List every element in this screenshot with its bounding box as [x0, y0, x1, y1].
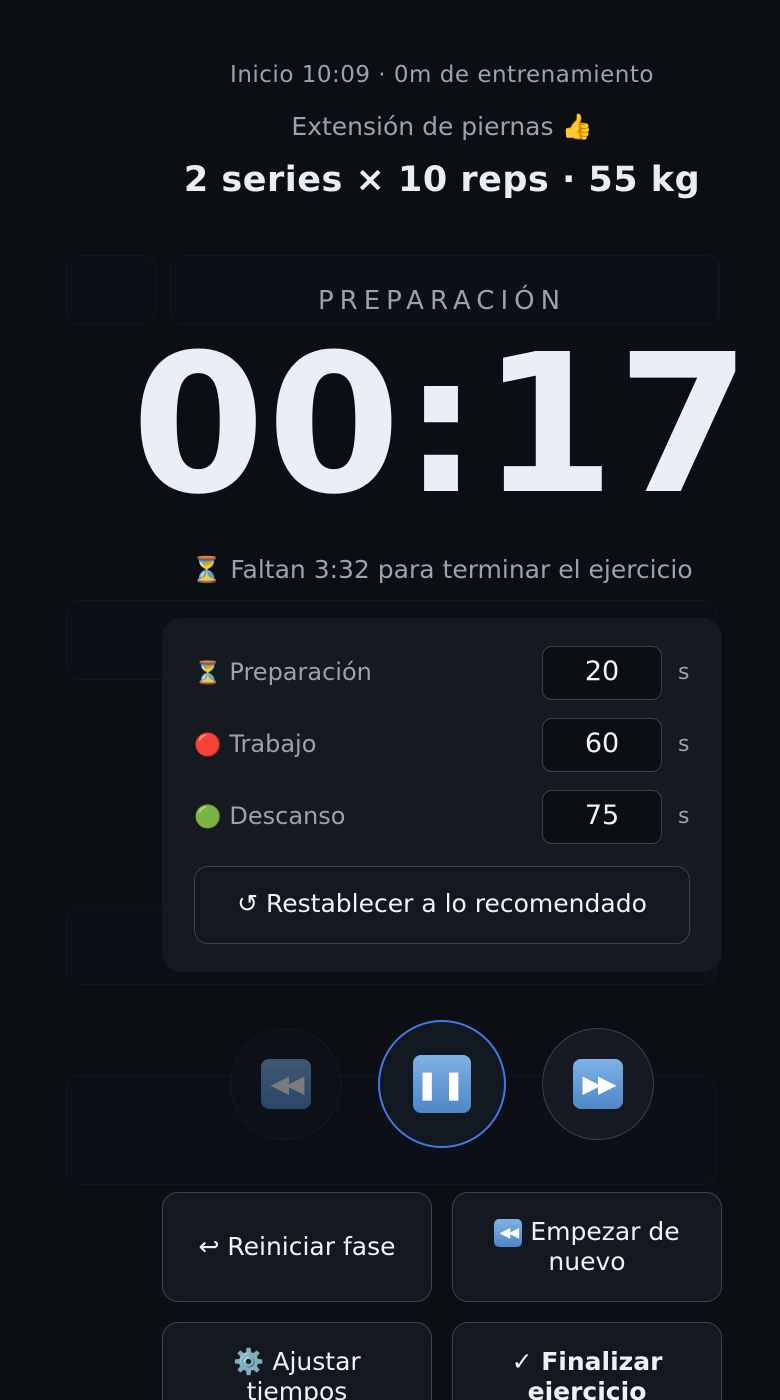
- unit-label: s: [678, 732, 690, 757]
- timer-settings-card: ⏳ Preparación 20 s 🔴 Trabajo 60 s 🟢 Descans…: [162, 618, 722, 972]
- countdown-timer: 00:17: [131, 314, 753, 537]
- previous-button[interactable]: ◀◀: [230, 1028, 342, 1140]
- workout-timer-overlay: Inicio 10:09 · 0m de entrenamiento Exten…: [0, 0, 780, 1400]
- skip-back-icon: ◀◀: [494, 1219, 523, 1247]
- start-over-label: Empezar de nuevo: [530, 1217, 680, 1276]
- unit-label: s: [678, 804, 690, 829]
- skip-back-icon: ◀◀: [261, 1059, 311, 1109]
- setting-row-work: 🔴 Trabajo 60 s: [194, 718, 692, 772]
- rest-seconds-input[interactable]: 75: [542, 790, 662, 844]
- remaining-time-text: ⏳ Faltan 3:32 para terminar el ejercicio: [191, 555, 693, 584]
- setting-label: Preparación: [229, 658, 372, 686]
- setting-row-preparation: ⏳ Preparación 20 s: [194, 646, 692, 700]
- setting-row-rest: 🟢 Descanso 75 s: [194, 790, 692, 844]
- green-circle-icon: 🟢: [194, 805, 222, 830]
- exercise-name: Extensión de piernas 👍: [291, 112, 593, 141]
- reset-recommended-button[interactable]: ↺ Restablecer a lo recomendado: [194, 866, 690, 944]
- phase-label: PREPARACIÓN: [317, 286, 567, 316]
- preparation-seconds-input[interactable]: 20: [542, 646, 662, 700]
- set-summary: 2 series × 10 reps · 55 kg: [183, 160, 701, 200]
- skip-forward-icon: ▶▶: [573, 1059, 623, 1109]
- pause-button[interactable]: ❚❚: [378, 1020, 506, 1148]
- next-button[interactable]: ▶▶: [542, 1028, 654, 1140]
- start-over-button[interactable]: ◀◀ Empezar de nuevo: [452, 1192, 722, 1302]
- unit-label: s: [678, 660, 690, 685]
- work-seconds-input[interactable]: 60: [542, 718, 662, 772]
- adjust-times-button[interactable]: ⚙️ Ajustar tiempos: [162, 1322, 432, 1400]
- finish-exercise-button[interactable]: ✓ Finalizar ejercicio: [452, 1322, 722, 1400]
- hourglass-icon: ⏳: [194, 661, 222, 686]
- setting-label: Trabajo: [229, 730, 317, 758]
- setting-label: Descanso: [229, 802, 346, 830]
- red-circle-icon: 🔴: [194, 733, 222, 758]
- pause-icon: ❚❚: [413, 1055, 471, 1113]
- session-meta: Inicio 10:09 · 0m de entrenamiento: [230, 62, 654, 88]
- restart-phase-button[interactable]: ↩ Reiniciar fase: [162, 1192, 432, 1302]
